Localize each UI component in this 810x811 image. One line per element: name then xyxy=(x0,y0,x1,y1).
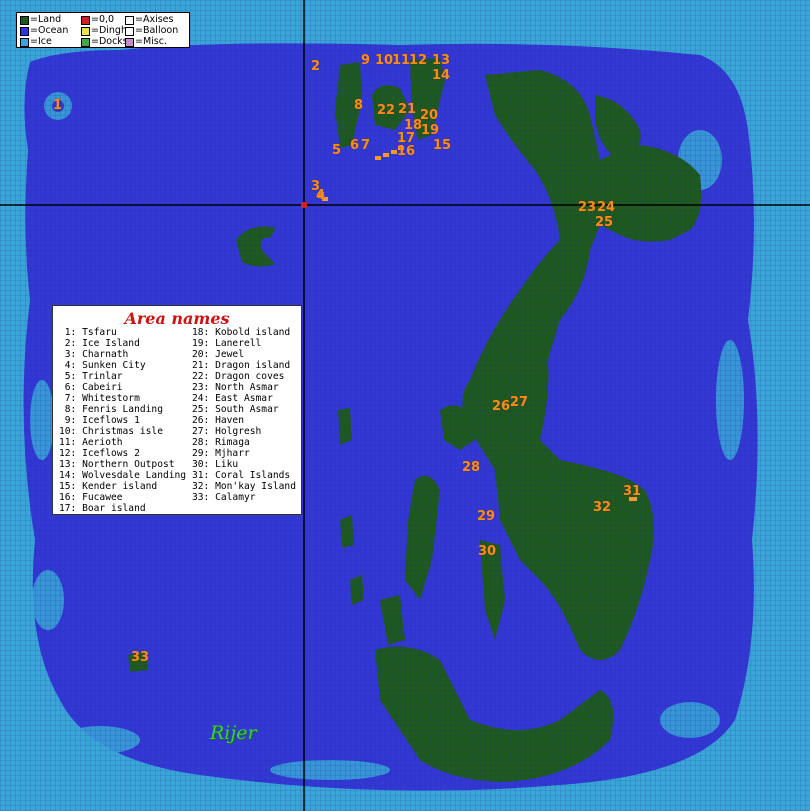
origin-marker xyxy=(301,202,307,208)
area-marker-13: 13 xyxy=(432,53,451,68)
area-marker-11: 11 xyxy=(392,53,411,68)
legend-swatch xyxy=(81,15,90,25)
area-marker-15: 15 xyxy=(433,138,452,153)
legend-item-origin: =0,0 xyxy=(81,15,114,25)
area-name-entry: 13: Northern Outpost xyxy=(59,459,175,470)
area-name-entry: 25: South Asmar xyxy=(192,404,279,415)
area-marker-19: 19 xyxy=(421,123,440,138)
area-name-entry: 32: Mon'kay Island xyxy=(192,481,296,492)
legend-item-ocean: =Ocean xyxy=(20,26,68,36)
area-name-entry: 15: Kender island xyxy=(59,481,158,492)
area-marker-26: 26 xyxy=(492,399,511,414)
area-marker-21: 21 xyxy=(398,102,417,117)
area-name-entry: 18: Kobold island xyxy=(192,327,291,338)
area-marker-2: 2 xyxy=(311,59,321,74)
area-marker-22: 22 xyxy=(377,103,396,118)
legend-label: =Docks xyxy=(91,36,128,47)
map-legend: =Land =0,0 =Axises =Ocean =Dinghy =Ballo… xyxy=(16,12,190,48)
area-marker-30: 30 xyxy=(478,544,497,559)
area-names-title: Area names xyxy=(124,309,230,328)
legend-swatch xyxy=(20,15,29,25)
area-marker-32: 32 xyxy=(593,500,612,515)
area-name-entry: 7: Whitestorm xyxy=(59,393,140,404)
area-marker-8: 8 xyxy=(354,98,364,113)
legend-label: =Balloon xyxy=(135,25,179,36)
area-name-entry: 17: Boar island xyxy=(59,503,146,514)
legend-swatch xyxy=(81,26,90,36)
legend-label: =Misc. xyxy=(135,36,167,47)
world-name: Rijer xyxy=(210,722,257,744)
legend-item-axises: =Axises xyxy=(125,15,173,25)
area-marker-33: 33 xyxy=(131,650,150,665)
area-name-entry: 28: Rimaga xyxy=(192,437,250,448)
area-name-entry: 4: Sunken City xyxy=(59,360,146,371)
area-name-entry: 1: Tsfaru xyxy=(59,327,117,338)
area-name-entry: 10: Christmas isle xyxy=(59,426,163,437)
area-name-entry: 26: Haven xyxy=(192,415,244,426)
area-marker-14: 14 xyxy=(432,68,451,83)
area-marker-4: 4 xyxy=(316,188,326,203)
legend-swatch xyxy=(125,15,134,25)
area-name-entry: 5: Trinlar xyxy=(59,371,123,382)
legend-swatch xyxy=(20,26,29,36)
legend-label: =Ice xyxy=(30,36,52,47)
area-marker-24: 24 xyxy=(597,200,616,215)
area-name-entry: 3: Charnath xyxy=(59,349,129,360)
area-name-entry: 12: Iceflows 2 xyxy=(59,448,140,459)
area-name-entry: 21: Dragon island xyxy=(192,360,291,371)
legend-label: =Ocean xyxy=(30,25,69,36)
area-marker-7: 7 xyxy=(361,138,371,153)
area-name-entry: 27: Holgresh xyxy=(192,426,262,437)
area-marker-10: 10 xyxy=(375,53,394,68)
area-name-entry: 6: Cabeiri xyxy=(59,382,123,393)
area-marker-6: 6 xyxy=(350,138,360,153)
area-marker-31: 31 xyxy=(623,484,642,499)
area-name-entry: 16: Fucawee xyxy=(59,492,123,503)
area-marker-29: 29 xyxy=(477,509,496,524)
area-name-entry: 2: Ice Island xyxy=(59,338,140,349)
area-names-left-column: 1: Tsfaru 2: Ice Island 3: Charnath 4: S… xyxy=(59,327,186,514)
legend-swatch xyxy=(125,37,134,47)
area-name-entry: 19: Lanerell xyxy=(192,338,262,349)
area-name-entry: 24: East Asmar xyxy=(192,393,273,404)
area-marker-28: 28 xyxy=(462,460,481,475)
legend-label: =Land xyxy=(30,14,62,25)
area-name-entry: 9: Iceflows 1 xyxy=(59,415,140,426)
area-name-entry: 20: Jewel xyxy=(192,349,244,360)
area-name-entry: 31: Coral Islands xyxy=(192,470,291,481)
area-marker-12: 12 xyxy=(409,53,428,68)
area-name-entry: 14: Wolvesdale Landing xyxy=(59,470,187,481)
legend-swatch xyxy=(20,37,29,47)
legend-label: =0,0 xyxy=(91,14,115,25)
legend-item-balloon: =Balloon xyxy=(125,26,178,36)
area-marker-9: 9 xyxy=(361,53,371,68)
area-names-panel: Area names 1: Tsfaru 2: Ice Island 3: Ch… xyxy=(52,305,302,515)
area-marker-16: 16 xyxy=(397,144,416,159)
area-name-entry: 11: Aerioth xyxy=(59,437,123,448)
area-marker-25: 25 xyxy=(595,215,614,230)
area-marker-1: 1 xyxy=(53,98,63,113)
area-names-right-column: 18: Kobold island 19: Lanerell 20: Jewel 21… xyxy=(192,327,296,503)
area-marker-17: 17 xyxy=(397,131,416,146)
area-name-entry: 29: Mjharr xyxy=(192,448,250,459)
legend-item-land: =Land xyxy=(20,15,61,25)
area-marker-23: 23 xyxy=(578,200,597,215)
legend-label: =Axises xyxy=(135,14,174,25)
area-name-entry: 22: Dragon coves xyxy=(192,371,285,382)
area-name-entry: 8: Fenris Landing xyxy=(59,404,163,415)
area-marker-5: 5 xyxy=(332,143,342,158)
area-marker-20: 20 xyxy=(420,108,439,123)
legend-swatch xyxy=(81,37,90,47)
area-name-entry: 30: Liku xyxy=(192,459,239,470)
legend-item-misc: =Misc. xyxy=(125,37,167,47)
legend-swatch xyxy=(125,26,134,36)
area-name-entry: 23: North Asmar xyxy=(192,382,279,393)
area-name-entry: 33: Calamyr xyxy=(192,492,256,503)
area-marker-27: 27 xyxy=(510,395,529,410)
legend-item-ice: =Ice xyxy=(20,37,52,47)
legend-item-docks: =Docks xyxy=(81,37,128,47)
